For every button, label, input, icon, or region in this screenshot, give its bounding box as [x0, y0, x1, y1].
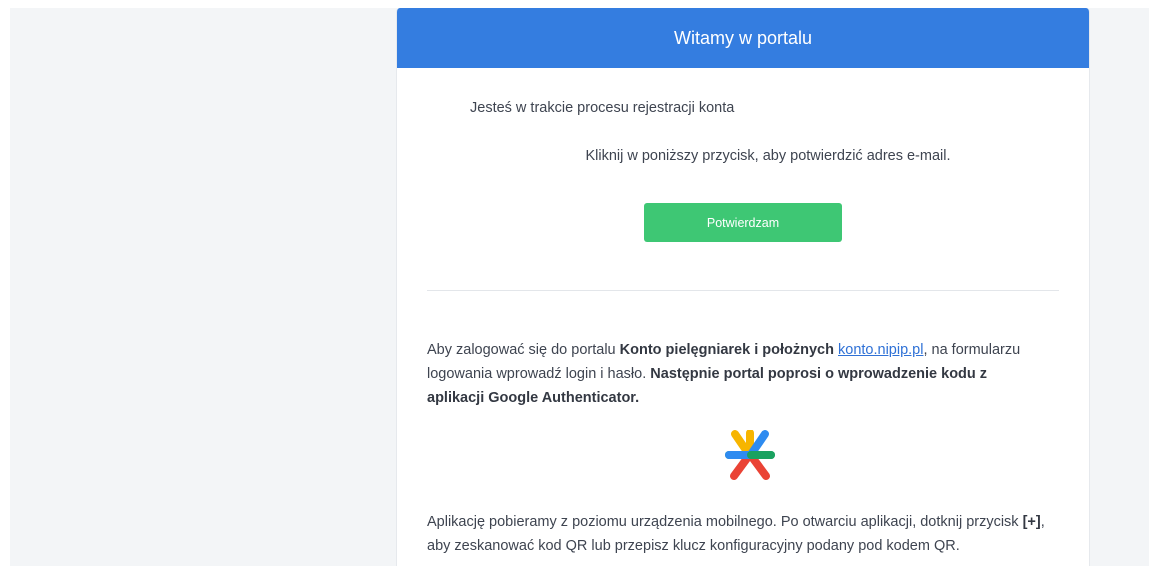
header-title: Witamy w portalu [673, 28, 813, 48]
instruction-text: Kliknij w poniższy przycisk, aby potwier… [585, 148, 951, 164]
portal-name: Konto pielęgniarek i położnych [619, 342, 834, 358]
app-info-paragraph: Aplikację pobieramy z poziomu urządzenia… [427, 510, 1047, 558]
login-info-paragraph: Aby zalogować się do portalu Konto pielę… [427, 338, 1047, 410]
card-header: Witamy w portalu [397, 8, 1089, 68]
plus-button-reference: [+] [1022, 514, 1041, 530]
login-info-part1: Aby zalogować się do portalu [427, 342, 620, 358]
portal-link[interactable]: konto.nipip.pl [838, 342, 923, 358]
app-info-part1: Aplikację pobieramy z poziomu urządzenia… [427, 514, 1023, 530]
google-authenticator-icon [725, 430, 775, 480]
intro-text: Jesteś w trakcie procesu rejestracji kon… [470, 100, 735, 116]
confirm-button[interactable]: Potwierdzam [644, 203, 842, 242]
divider [427, 290, 1059, 291]
email-card: Witamy w portalu Jesteś w trakcie proces… [396, 8, 1090, 566]
